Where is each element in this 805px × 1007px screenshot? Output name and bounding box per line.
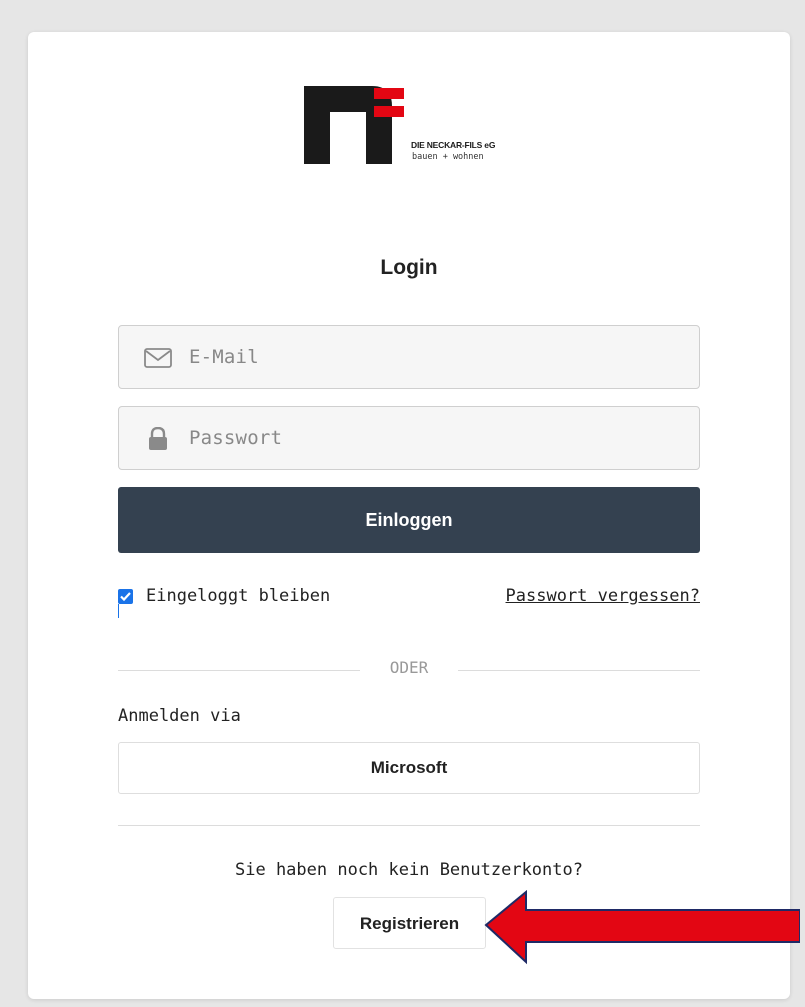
no-account-text: Sie haben noch kein Benutzerkonto? bbox=[235, 860, 583, 880]
microsoft-login-button[interactable]: Microsoft bbox=[118, 742, 700, 794]
password-placeholder: Passwort bbox=[189, 427, 283, 449]
remember-label: Eingeloggt bleiben bbox=[146, 586, 331, 606]
login-button[interactable]: Einloggen bbox=[118, 487, 700, 553]
checkbox-focus-mark bbox=[118, 604, 119, 618]
email-field[interactable]: E-Mail bbox=[118, 325, 700, 389]
brand-tagline: bauen + wohnen bbox=[412, 152, 484, 162]
remember-checkbox[interactable] bbox=[118, 589, 133, 604]
red-arrow-icon bbox=[484, 890, 800, 965]
brand-name: DIE NECKAR-FILS eG bbox=[411, 140, 496, 150]
page-title: Login bbox=[380, 256, 438, 279]
check-icon bbox=[120, 592, 131, 602]
register-button[interactable]: Registrieren bbox=[333, 897, 486, 949]
email-placeholder: E-Mail bbox=[189, 346, 259, 368]
sign-in-via-label: Anmelden via bbox=[118, 706, 241, 726]
password-field[interactable]: Passwort bbox=[118, 406, 700, 470]
forgot-password-link[interactable]: Passwort vergessen? bbox=[506, 586, 700, 606]
brand-logo: DIE NECKAR-FILS eG bauen + wohnen bbox=[304, 86, 524, 168]
envelope-icon bbox=[143, 346, 173, 370]
lock-icon bbox=[143, 426, 173, 451]
section-divider bbox=[118, 825, 700, 826]
or-divider-label: ODER bbox=[360, 658, 458, 677]
